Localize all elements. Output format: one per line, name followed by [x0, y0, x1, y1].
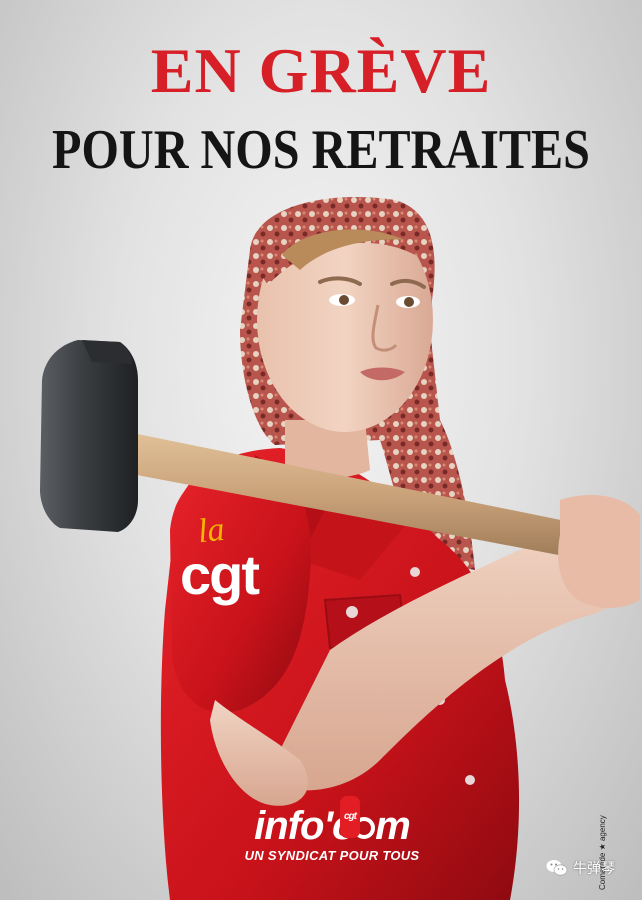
infocom-word-start: info'c [254, 804, 354, 848]
infocom-tagline: UN SYNDICAT POUR TOUS [244, 848, 420, 863]
infocom-word-end: m [375, 804, 411, 848]
wechat-icon [546, 860, 568, 876]
worker-illustration [40, 197, 640, 900]
infocom-logo: info'c m cgt UN SYNDICAT POUR TOUS [222, 796, 442, 863]
infocom-wordmark: info'c m cgt [222, 796, 442, 848]
sleeve-cgt-text: cgt [180, 543, 260, 606]
infocom-cgt-badge: cgt [340, 796, 360, 838]
channel-watermark: 牛弹琴 [546, 858, 615, 878]
watermark-text: 牛弹琴 [573, 861, 615, 877]
sleeve-cgt-logo: la cgt [180, 511, 300, 612]
strike-poster: EN GRÈVE POUR NOS RETRAITES la cgt info'… [0, 0, 642, 900]
